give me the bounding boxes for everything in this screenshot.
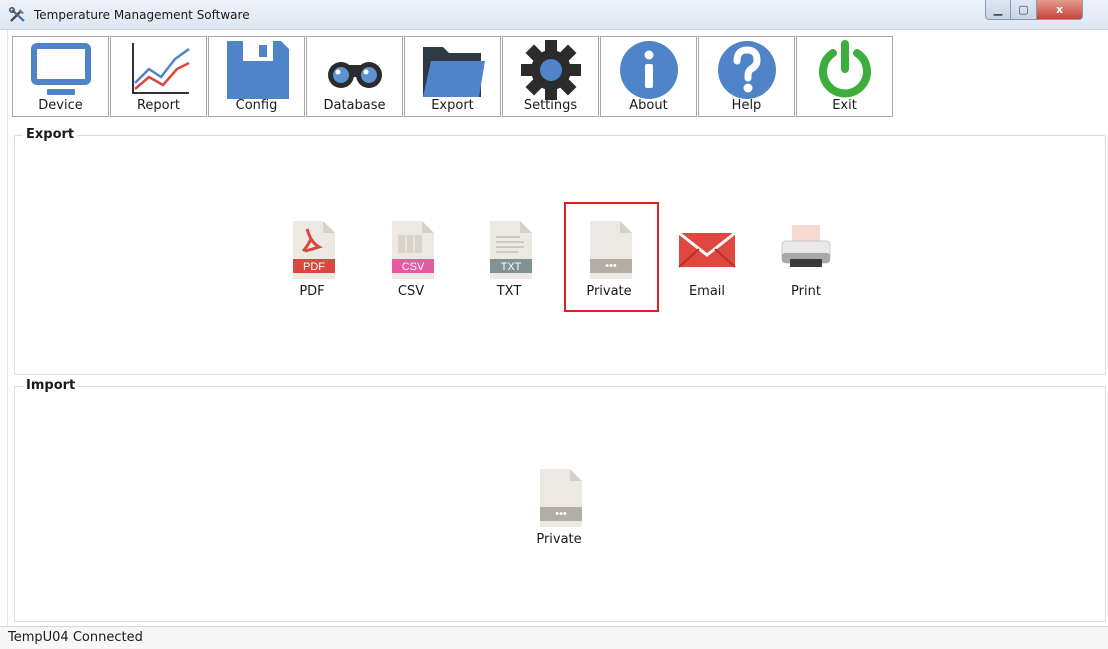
export-email-label: Email [688, 284, 726, 299]
export-email-button[interactable]: Email [667, 221, 747, 301]
envelope-icon [678, 231, 736, 268]
export-private-label: Private [586, 284, 632, 299]
private-badge: ••• [605, 260, 617, 272]
private-file-icon: ••• [540, 469, 582, 527]
main-toolbar: Device Report Config Database Export Set… [12, 36, 894, 117]
csv-badge: CSV [402, 261, 425, 273]
window-title: Temperature Management Software [34, 8, 250, 22]
export-pdf-label: PDF [299, 284, 325, 299]
config-button[interactable]: Config [208, 36, 305, 117]
import-private-badge: ••• [555, 508, 567, 520]
private-file-icon: ••• [590, 221, 632, 279]
maximize-button[interactable]: ▢ [1011, 0, 1037, 20]
floppy-disk-icon [226, 41, 289, 99]
connection-status: TempU04 Connected [8, 630, 143, 645]
status-bar: TempU04 Connected [0, 626, 1108, 649]
report-button[interactable]: Report [110, 36, 207, 117]
export-print-button[interactable]: Print [766, 221, 846, 301]
binoculars-icon [327, 62, 382, 88]
device-button[interactable]: Device [12, 36, 109, 117]
export-csv-label: CSV [397, 284, 425, 299]
export-label: Export [431, 98, 474, 113]
export-txt-label: TXT [496, 284, 522, 299]
about-button[interactable]: About [600, 36, 697, 117]
help-label: Help [731, 98, 762, 113]
info-icon [619, 41, 678, 99]
export-pdf-button[interactable]: PDF PDF [272, 221, 352, 301]
question-icon [717, 41, 776, 99]
title-bar: Temperature Management Software ▁ ▢ x [0, 0, 1108, 30]
gear-icon [520, 40, 581, 100]
close-button[interactable]: x [1037, 0, 1083, 20]
csv-file-icon: CSV [392, 221, 434, 279]
minimize-icon: ▁ [993, 3, 1003, 16]
about-label: About [629, 98, 668, 113]
device-label: Device [38, 98, 83, 113]
txt-badge: TXT [501, 261, 522, 273]
settings-button[interactable]: Settings [502, 36, 599, 117]
tools-icon [9, 7, 25, 22]
minimize-button[interactable]: ▁ [985, 0, 1011, 20]
exit-label: Exit [832, 98, 857, 113]
export-button[interactable]: Export [404, 36, 501, 117]
window-left-border [0, 30, 8, 626]
database-button[interactable]: Database [306, 36, 403, 117]
printer-icon [781, 225, 831, 267]
export-txt-button[interactable]: TXT TXT [469, 221, 549, 301]
database-label: Database [323, 98, 386, 113]
import-group-title: Import [23, 378, 79, 393]
export-group: Export PDF PDF CSV CSV TXT TXT ••• Priva… [14, 127, 1106, 375]
folder-icon [422, 47, 485, 97]
help-button[interactable]: Help [698, 36, 795, 117]
monitor-icon [30, 43, 91, 95]
pdf-file-icon: PDF [293, 221, 335, 279]
import-private-button[interactable]: ••• Private [519, 469, 599, 549]
power-icon [818, 40, 871, 98]
import-group: Import ••• Private [14, 378, 1106, 622]
line-chart-icon [131, 43, 190, 94]
export-private-button[interactable]: ••• Private [569, 221, 649, 301]
export-print-label: Print [791, 284, 821, 299]
import-private-label: Private [536, 532, 582, 547]
close-icon: x [1055, 3, 1064, 16]
window-controls: ▁ ▢ x [985, 0, 1099, 20]
report-label: Report [136, 98, 181, 113]
settings-label: Settings [523, 98, 578, 113]
exit-button[interactable]: Exit [796, 36, 893, 117]
export-group-title: Export [23, 127, 78, 142]
config-label: Config [235, 98, 278, 113]
maximize-icon: ▢ [1018, 3, 1029, 16]
export-csv-button[interactable]: CSV CSV [371, 221, 451, 301]
txt-file-icon: TXT [490, 221, 532, 279]
pdf-badge: PDF [303, 261, 325, 273]
